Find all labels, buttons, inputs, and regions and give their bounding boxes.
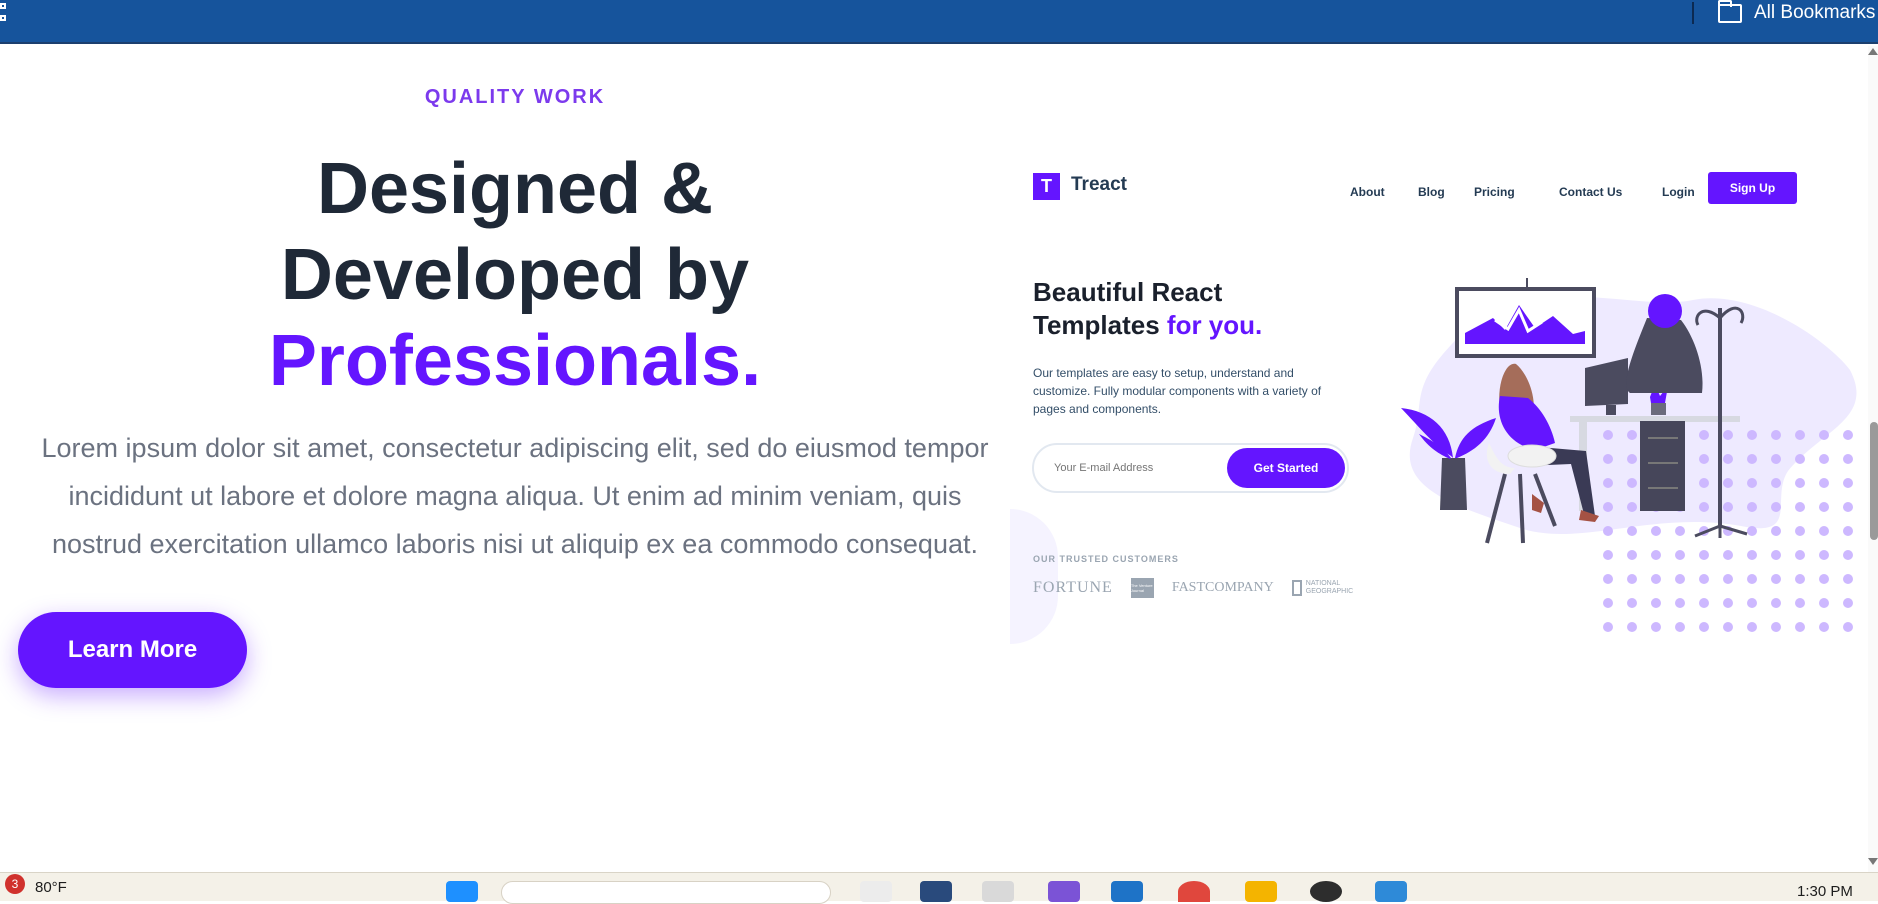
folder-icon: [1718, 0, 1742, 23]
apps-grid-icon[interactable]: [0, 3, 10, 25]
chrome-icon[interactable]: [1178, 881, 1210, 902]
natgeo-frame-icon: [1291, 580, 1302, 596]
hero-headline: Designed & Developed by Professionals.: [40, 146, 990, 404]
scroll-up-arrow-icon[interactable]: [1868, 48, 1878, 55]
customer-logos: FORTUNE The Venture Journal FASTCOMPANY …: [1033, 578, 1362, 598]
get-started-button[interactable]: Get Started: [1227, 448, 1345, 488]
file-explorer-icon[interactable]: [1245, 881, 1277, 902]
treact-logo[interactable]: T: [1033, 173, 1060, 200]
headline-line2: Developed by: [280, 235, 750, 315]
fortune-logo: FORTUNE: [1033, 579, 1113, 596]
windows-start-icon[interactable]: [446, 881, 478, 902]
venture-journal-logo: The Venture Journal: [1130, 578, 1154, 598]
nav-pricing[interactable]: Pricing: [1474, 185, 1515, 199]
webpage: QUALITY WORK Designed & Developed by Pro…: [0, 46, 1868, 872]
preview-title-line1: Beautiful React: [1033, 277, 1223, 307]
bookmarks-label: All Bookmarks: [1754, 2, 1876, 23]
task-view-icon[interactable]: [860, 881, 892, 902]
learn-more-button[interactable]: Learn More: [18, 612, 247, 688]
all-bookmarks-button[interactable]: All Bookmarks: [1718, 0, 1875, 26]
terminal-icon[interactable]: [920, 881, 952, 902]
mail-icon[interactable]: [1111, 881, 1143, 902]
nav-about[interactable]: About: [1350, 185, 1385, 199]
nav-contact[interactable]: Contact Us: [1559, 185, 1622, 199]
national-geographic-logo: NATIONAL GEOGRAPHIC: [1291, 580, 1362, 596]
scroll-down-arrow-icon[interactable]: [1868, 858, 1878, 865]
system-clock[interactable]: 1:30 PM: [1797, 883, 1853, 900]
nav-blog[interactable]: Blog: [1418, 185, 1445, 199]
visual-studio-icon[interactable]: [1048, 881, 1080, 902]
windows-taskbar: 3 80°F 1:30 PM: [0, 872, 1878, 904]
toolbar-divider: [1692, 2, 1694, 24]
natgeo-text: NATIONAL GEOGRAPHIC: [1305, 580, 1354, 595]
fast-company-logo: FASTCOMPANY: [1171, 580, 1274, 595]
preview-copy: Our templates are easy to setup, underst…: [1033, 366, 1322, 416]
chatgpt-icon[interactable]: [1310, 881, 1342, 902]
headline-accent: Professionals.: [268, 321, 762, 401]
brand-name[interactable]: Treact: [1071, 174, 1127, 196]
preview-title-line2: Templates: [1033, 310, 1160, 340]
vscode-icon[interactable]: [1375, 881, 1407, 902]
headline-line1: Designed &: [316, 149, 714, 229]
app-icon[interactable]: [982, 881, 1014, 902]
trusted-customers-label: OUR TRUSTED CUSTOMERS: [1033, 554, 1179, 564]
login-link[interactable]: Login: [1662, 185, 1695, 199]
preview-title-accent: for you.: [1166, 310, 1263, 340]
notification-badge: 3: [5, 873, 25, 894]
sign-up-button[interactable]: Sign Up: [1708, 172, 1797, 204]
scrollbar-thumb[interactable]: [1870, 422, 1878, 540]
browser-toolbar: All Bookmarks: [0, 0, 1878, 44]
weather-temp: 80°F: [35, 879, 67, 896]
hero-description: Lorem ipsum dolor sit amet, consectetur …: [41, 433, 989, 559]
decorative-half-circle: [1010, 509, 1058, 644]
workspace-illustration: [1401, 278, 1857, 632]
eyebrow-text: QUALITY WORK: [424, 86, 606, 108]
weather-widget[interactable]: 3 80°F: [0, 873, 67, 902]
preview-title: Beautiful React Templates for you.: [1033, 276, 1262, 342]
email-field[interactable]: [1054, 459, 1214, 477]
email-form: Get Started: [1032, 443, 1349, 493]
template-preview: T Treact About Blog Pricing Contact Us L…: [1010, 106, 1868, 726]
